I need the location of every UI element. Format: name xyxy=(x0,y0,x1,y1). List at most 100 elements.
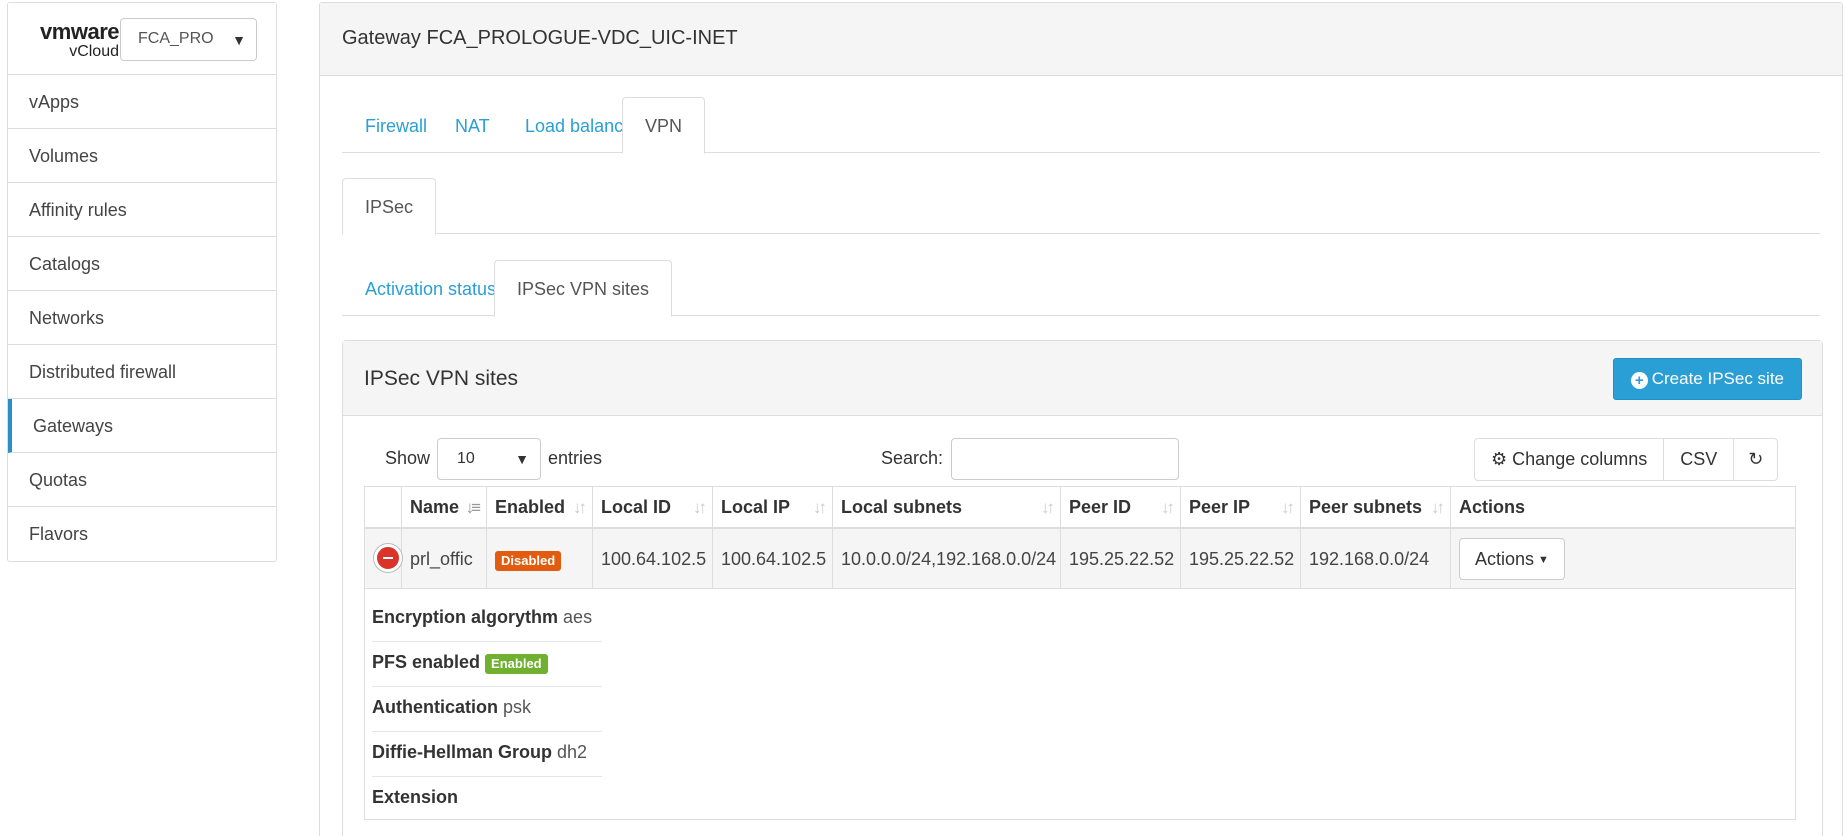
column-header-peer-subnets[interactable]: Peer subnets ↓↑ xyxy=(1301,487,1451,527)
column-label: Local IP xyxy=(721,497,791,517)
organization-select[interactable]: FCA_PRO ▼ xyxy=(120,18,257,61)
refresh-button[interactable]: ↻ xyxy=(1734,439,1777,480)
cell-peer-subnets: 192.168.0.0/24 xyxy=(1301,529,1451,588)
detail-dh-group: Diffie-Hellman Group dh2 xyxy=(372,732,602,777)
column-label: Peer IP xyxy=(1189,497,1251,517)
column-label: Local subnets xyxy=(841,497,963,517)
sidebar-item-vapps[interactable]: vApps xyxy=(8,75,276,129)
column-header-local-subnets[interactable]: Local subnets ↓↑ xyxy=(833,487,1061,527)
vmware-vcloud-logo: vmware vCloud xyxy=(27,21,119,60)
sidebar-item-gateways[interactable]: Gateways xyxy=(8,399,276,453)
panel-header: IPSec VPN sites + Create IPSec site xyxy=(343,341,1822,416)
column-header-peer-id[interactable]: Peer ID ↓↑ xyxy=(1061,487,1181,527)
gear-icon: ⚙ xyxy=(1491,449,1508,469)
panel-title: IPSec VPN sites xyxy=(364,367,519,390)
vpn-tabs: IPSec xyxy=(342,178,1820,235)
column-header-local-id[interactable]: Local ID ↓↑ xyxy=(593,487,713,527)
detail-pfs: PFS enabled Enabled xyxy=(372,642,602,687)
show-label: Show xyxy=(385,448,431,468)
organization-select-value: FCA_PRO xyxy=(138,30,214,47)
cell-local-id: 100.64.102.5 xyxy=(593,529,713,588)
cell-actions: Actions ▼ xyxy=(1451,529,1795,588)
page-title: Gateway FCA_PROLOGUE-VDC_UIC-INET xyxy=(320,3,1842,76)
table-header-row: Name ↓≡ Enabled ↓↑ Local ID ↓↑ Local IP ↓↑ L… xyxy=(365,487,1795,529)
caret-down-icon: ▼ xyxy=(226,32,246,48)
table-toolbar: ⚙ Change columns CSV ↻ xyxy=(1474,438,1779,481)
sort-icon: ↓↑ xyxy=(813,498,827,517)
sidebar-item-affinity-rules[interactable]: Affinity rules xyxy=(8,183,276,237)
column-header-name[interactable]: Name ↓≡ xyxy=(402,487,487,527)
tab-ipsec[interactable]: IPSec xyxy=(342,178,437,235)
detail-authentication: Authentication psk xyxy=(372,687,602,732)
sort-icon: ↓↑ xyxy=(1431,498,1445,517)
cell-local-subnets: 10.0.0.0/24,192.168.0.0/24 xyxy=(833,529,1061,588)
vcloud-logo-text: vCloud xyxy=(69,43,119,60)
create-ipsec-site-label: Create IPSec site xyxy=(1651,369,1784,388)
sidebar-item-volumes[interactable]: Volumes xyxy=(8,129,276,183)
ipsec-sites-table: Name ↓≡ Enabled ↓↑ Local ID ↓↑ Local IP ↓↑ L… xyxy=(364,486,1796,820)
sidebar-item-flavors[interactable]: Flavors xyxy=(8,507,276,561)
status-badge-disabled: Disabled xyxy=(495,551,562,571)
main-panel: Gateway FCA_PROLOGUE-VDC_UIC-INET Firewa… xyxy=(319,2,1843,836)
change-columns-button[interactable]: ⚙ Change columns xyxy=(1475,439,1665,480)
table-row: prl_offic Disabled 100.64.102.5 100.64.1… xyxy=(365,529,1795,589)
cell-local-ip: 100.64.102.5 xyxy=(713,529,833,588)
row-control-cell xyxy=(365,529,402,588)
sidebar-item-distributed-firewall[interactable]: Distributed firewall xyxy=(8,345,276,399)
detail-label: Authentication xyxy=(372,697,498,717)
column-header-enabled[interactable]: Enabled ↓↑ xyxy=(487,487,593,527)
ipsec-sites-panel: IPSec VPN sites + Create IPSec site Show … xyxy=(342,340,1823,836)
caret-down-icon: ▼ xyxy=(515,451,529,467)
column-header-peer-ip[interactable]: Peer IP ↓↑ xyxy=(1181,487,1301,527)
collapse-row-icon[interactable] xyxy=(374,544,402,572)
cell-enabled: Disabled xyxy=(487,529,593,588)
sort-icon: ↓↑ xyxy=(1041,498,1055,517)
detail-encryption: Encryption algorythm aes xyxy=(372,597,602,642)
cell-peer-id: 195.25.22.52 xyxy=(1061,529,1181,588)
column-header-actions: Actions xyxy=(1459,497,1526,517)
detail-extension: Extension xyxy=(372,777,602,822)
sort-icon: ↓↑ xyxy=(1281,498,1295,517)
page-length-value: 10 xyxy=(457,450,475,467)
cell-name: prl_offic xyxy=(402,529,487,588)
gateway-tabs: Firewall NAT Load balancer VPN xyxy=(342,97,1820,154)
column-label: Local ID xyxy=(601,497,672,517)
column-label: Peer subnets xyxy=(1309,497,1423,517)
vmware-logo-text: vmware xyxy=(40,19,119,44)
create-ipsec-site-button[interactable]: + Create IPSec site xyxy=(1612,358,1802,400)
status-badge-enabled: Enabled xyxy=(485,654,548,674)
entries-label: entries xyxy=(548,448,603,468)
search-label: Search: xyxy=(881,448,944,468)
tab-nat[interactable]: NAT xyxy=(432,97,513,154)
sidebar-item-quotas[interactable]: Quotas xyxy=(8,453,276,507)
tab-activation-status[interactable]: Activation status xyxy=(342,260,519,317)
detail-label: Extension xyxy=(372,787,459,807)
actions-dropdown-button[interactable]: Actions ▼ xyxy=(1459,538,1565,580)
sidebar-item-catalogs[interactable]: Catalogs xyxy=(8,237,276,291)
column-header-local-ip[interactable]: Local IP ↓↑ xyxy=(713,487,833,527)
search-input[interactable] xyxy=(951,438,1179,480)
detail-label: Encryption algorythm xyxy=(372,607,559,627)
refresh-icon: ↻ xyxy=(1748,449,1764,469)
page-length-select[interactable]: 10 ▼ xyxy=(437,438,541,480)
sort-icon: ↓↑ xyxy=(693,498,707,517)
brand-bar: vmware vCloud FCA_PRO ▼ xyxy=(8,3,276,75)
detail-value: dh2 xyxy=(557,742,588,762)
row-details: Encryption algorythm aes PFS enabled Ena… xyxy=(365,589,1795,819)
tab-ipsec-vpn-sites[interactable]: IPSec VPN sites xyxy=(494,260,673,317)
caret-down-icon: ▼ xyxy=(1538,554,1549,566)
sort-icon: ↓↑ xyxy=(573,498,587,517)
ipsec-tabs: Activation status IPSec VPN sites xyxy=(342,260,1820,317)
tab-vpn[interactable]: VPN xyxy=(622,97,706,154)
cell-peer-ip: 195.25.22.52 xyxy=(1181,529,1301,588)
csv-button[interactable]: CSV xyxy=(1664,439,1735,480)
column-label: Name xyxy=(410,497,460,517)
detail-label: PFS enabled xyxy=(372,652,481,672)
detail-value: psk xyxy=(503,697,532,717)
column-label: Enabled xyxy=(495,497,566,517)
sort-asc-icon: ↓≡ xyxy=(465,498,482,517)
sidebar-item-networks[interactable]: Networks xyxy=(8,291,276,345)
column-header-control xyxy=(365,487,402,527)
actions-label: Actions xyxy=(1475,549,1535,569)
sidebar: vmware vCloud FCA_PRO ▼ vApps Volumes Af… xyxy=(7,2,277,562)
